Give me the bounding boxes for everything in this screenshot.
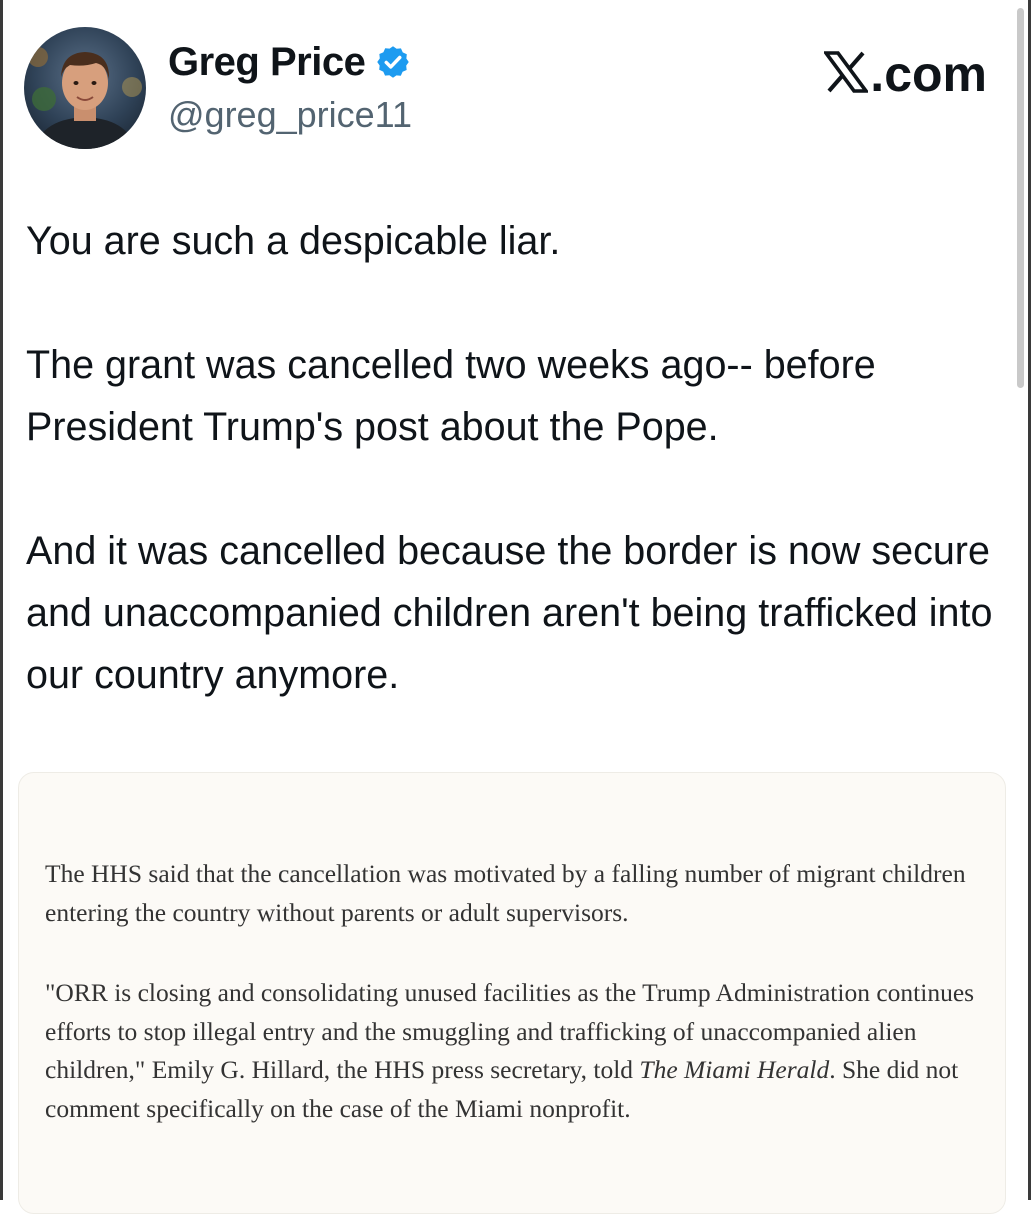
tweet-paragraph: The grant was cancelled two weeks ago-- …: [26, 343, 876, 449]
tweet-paragraph: And it was cancelled because the border …: [26, 529, 993, 697]
verified-badge-icon: [375, 44, 411, 80]
author-handle[interactable]: @greg_price11: [168, 94, 412, 136]
avatar[interactable]: [24, 27, 146, 149]
excerpt-paragraph: "ORR is closing and consolidating unused…: [45, 974, 990, 1128]
scrollbar[interactable]: [1017, 8, 1024, 388]
author-display-name[interactable]: Greg Price: [168, 40, 366, 85]
excerpt-paragraph: The HHS said that the cancellation was m…: [45, 859, 966, 927]
avatar-image: [24, 27, 146, 149]
author-block[interactable]: Greg Price @greg_price11: [168, 40, 412, 136]
x-logo-icon: [822, 42, 870, 106]
article-excerpt: The HHS said that the cancellation was m…: [45, 855, 990, 1128]
brand-watermark: .com: [822, 42, 987, 106]
brand-label: .com: [870, 46, 987, 102]
publication-name: The Miami Herald: [639, 1055, 830, 1084]
tweet-paragraph: You are such a despicable liar.: [26, 219, 561, 263]
left-border: [0, 0, 3, 1200]
tweet-text: You are such a despicable liar. The gran…: [26, 210, 1016, 706]
quoted-article-card[interactable]: The HHS said that the cancellation was m…: [18, 772, 1006, 1214]
